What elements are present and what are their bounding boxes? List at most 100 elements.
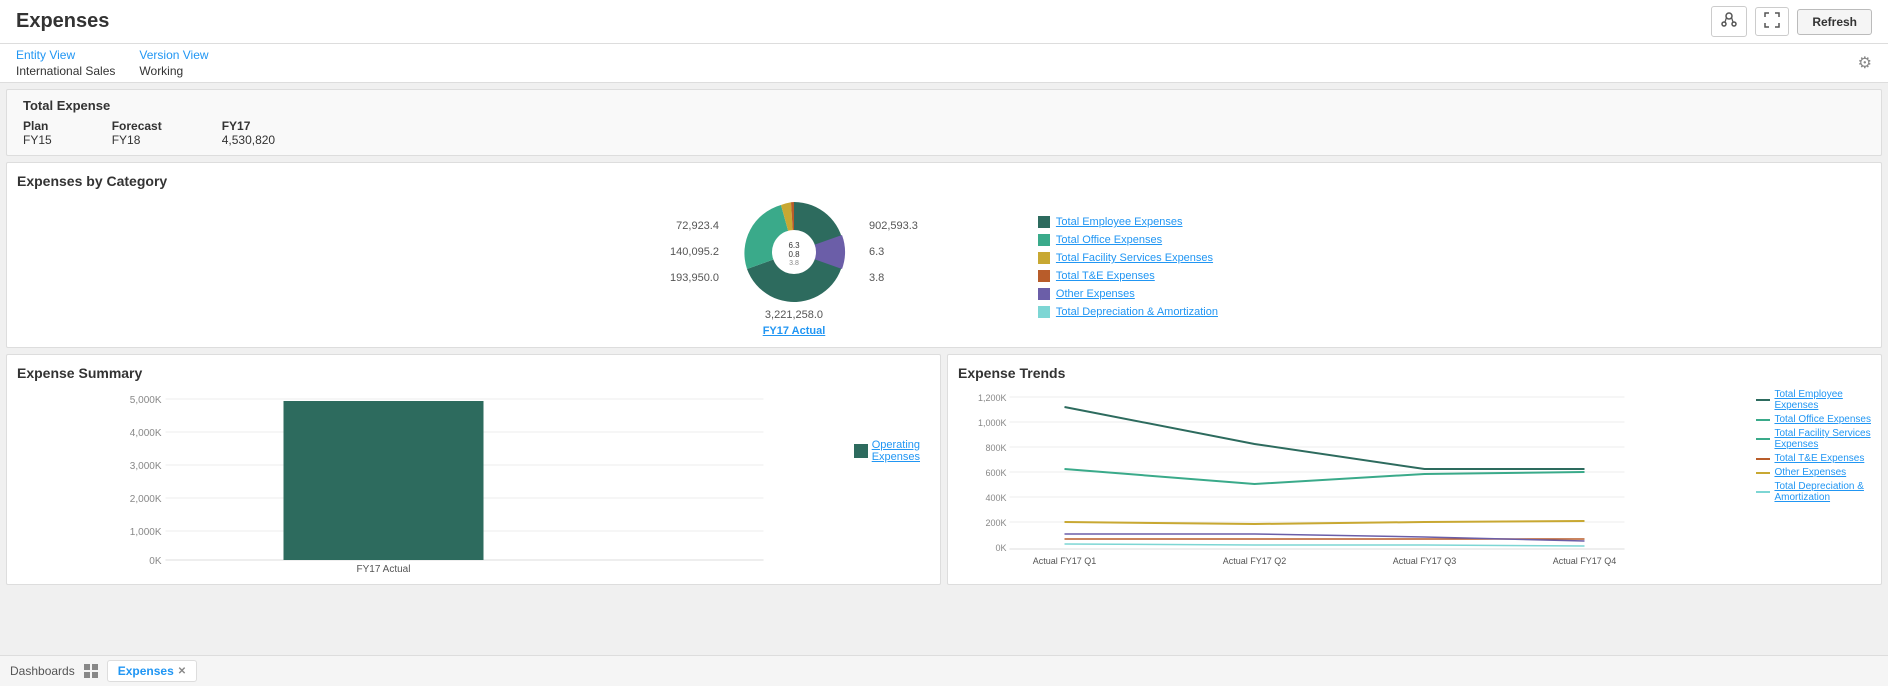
svg-text:Actual FY17 Q4: Actual FY17 Q4 <box>1553 556 1617 566</box>
version-view-value: Working <box>139 64 208 78</box>
expand-icon-btn[interactable] <box>1755 7 1789 36</box>
share-icon <box>1720 11 1738 29</box>
svg-text:600K: 600K <box>985 468 1006 478</box>
svg-text:2,000K: 2,000K <box>130 494 162 505</box>
entity-info: Entity View International Sales Version … <box>16 48 209 78</box>
legend-label-other: Other Expenses <box>1056 288 1135 300</box>
line-legend-label-depreciation: Total Depreciation &Amortization <box>1774 481 1864 503</box>
line-legend-dash-facility <box>1756 438 1770 440</box>
legend-label-office: Total Office Expenses <box>1056 234 1162 246</box>
svg-text:0.8: 0.8 <box>788 250 800 259</box>
forecast-value: FY18 <box>112 133 162 147</box>
legend-item-employee[interactable]: Total Employee Expenses <box>1038 216 1218 228</box>
line-legend-dash-te <box>1756 458 1770 460</box>
tabs-bar: Dashboards Expenses ✕ <box>0 655 1888 686</box>
version-view-link[interactable]: Version View <box>139 48 208 62</box>
svg-text:0K: 0K <box>149 556 162 567</box>
pie-label-left-3: 193,950.0 <box>670 272 719 284</box>
line-legend-label-employee: Total EmployeeExpenses <box>1774 389 1842 411</box>
metric-plan: Plan FY15 <box>23 119 52 147</box>
legend-dot-facility <box>1038 252 1050 264</box>
pie-chart-container: 72,923.4 140,095.2 193,950.0 <box>17 197 1871 337</box>
metrics-row: Plan FY15 Forecast FY18 FY17 4,530,820 <box>23 119 1865 147</box>
expense-summary-title: Expense Summary <box>17 365 930 381</box>
svg-text:1,200K: 1,200K <box>978 393 1007 403</box>
line-legend-label-facility: Total Facility ServicesExpenses <box>1774 428 1870 450</box>
pie-legend: Total Employee Expenses Total Office Exp… <box>1038 216 1218 318</box>
pie-bottom-label: 3,221,258.0 <box>765 309 823 321</box>
legend-item-depreciation[interactable]: Total Depreciation & Amortization <box>1038 306 1218 318</box>
pie-wrapper: 72,923.4 140,095.2 193,950.0 <box>670 197 918 337</box>
entity-col-2: Version View Working <box>139 48 208 78</box>
plan-value: FY15 <box>23 133 52 147</box>
line-legend-dash-other <box>1756 472 1770 474</box>
dashboards-tab[interactable]: Dashboards <box>10 664 75 678</box>
line-legend-depreciation[interactable]: Total Depreciation &Amortization <box>1756 481 1871 503</box>
line-legend-office[interactable]: Total Office Expenses <box>1756 414 1871 425</box>
legend-item-facility[interactable]: Total Facility Services Expenses <box>1038 252 1218 264</box>
line-legend-label-other: Other Expenses <box>1774 467 1846 478</box>
entity-view-value: International Sales <box>16 64 115 78</box>
dashboard-icon <box>83 663 99 679</box>
bar-legend-icon <box>854 444 868 458</box>
total-expense-title: Total Expense <box>23 98 1865 113</box>
expense-trends-panel: Expense Trends 1,200K 1,000K 800K 600K 4… <box>947 354 1882 585</box>
pie-caption[interactable]: FY17 Actual <box>763 325 826 337</box>
legend-label-te: Total T&E Expenses <box>1056 270 1155 282</box>
svg-text:400K: 400K <box>985 493 1006 503</box>
legend-item-other[interactable]: Other Expenses <box>1038 288 1218 300</box>
main-content: Expenses by Category 72,923.4 140,095.2 … <box>0 162 1888 591</box>
line-chart-legend: Total EmployeeExpenses Total Office Expe… <box>1756 389 1871 503</box>
line-legend-te[interactable]: Total T&E Expenses <box>1756 453 1871 464</box>
legend-label-depreciation: Total Depreciation & Amortization <box>1056 306 1218 318</box>
line-legend-label-office: Total Office Expenses <box>1774 414 1871 425</box>
line-chart-svg: 1,200K 1,000K 800K 600K 400K 200K 0K <box>958 389 1871 574</box>
expenses-tab-label: Expenses <box>118 664 174 678</box>
legend-dot-office <box>1038 234 1050 246</box>
svg-text:Actual FY17 Q2: Actual FY17 Q2 <box>1223 556 1287 566</box>
pie-label-left-2: 140,095.2 <box>670 246 719 258</box>
legend-label-facility: Total Facility Services Expenses <box>1056 252 1213 264</box>
entity-col-1: Entity View International Sales <box>16 48 115 78</box>
svg-text:800K: 800K <box>985 443 1006 453</box>
share-icon-btn[interactable] <box>1711 6 1747 37</box>
expand-icon <box>1764 12 1780 28</box>
svg-text:FY17 Actual: FY17 Actual <box>357 564 411 574</box>
legend-item-te[interactable]: Total T&E Expenses <box>1038 270 1218 282</box>
svg-text:Actual FY17 Q3: Actual FY17 Q3 <box>1393 556 1457 566</box>
svg-text:3.8: 3.8 <box>789 260 799 267</box>
expenses-tab[interactable]: Expenses ✕ <box>107 660 197 682</box>
pie-label-left-1: 72,923.4 <box>676 220 719 232</box>
bottom-row: Expense Summary 5,000K 4,000K 3,000K 2,0… <box>6 354 1882 585</box>
line-legend-other[interactable]: Other Expenses <box>1756 467 1871 478</box>
settings-icon[interactable]: ⚙ <box>1858 53 1872 73</box>
line-chart-wrapper: 1,200K 1,000K 800K 600K 400K 200K 0K <box>958 389 1871 574</box>
entity-view-link[interactable]: Entity View <box>16 48 115 62</box>
pie-label-right-1: 902,593.3 <box>869 220 918 232</box>
fy17-value: 4,530,820 <box>222 133 275 147</box>
line-legend-employee[interactable]: Total EmployeeExpenses <box>1756 389 1871 411</box>
refresh-button[interactable]: Refresh <box>1797 9 1872 35</box>
line-legend-dash-employee <box>1756 399 1770 401</box>
line-legend-dash-depreciation <box>1756 491 1770 493</box>
legend-label-employee: Total Employee Expenses <box>1056 216 1183 228</box>
pie-label-right-3: 3.8 <box>869 272 884 284</box>
pie-labels-left: 72,923.4 140,095.2 193,950.0 <box>670 220 719 284</box>
svg-text:3,000K: 3,000K <box>130 461 162 472</box>
total-expense-bar: Total Expense Plan FY15 Forecast FY18 FY… <box>6 89 1882 156</box>
fy17-label: FY17 <box>222 119 275 133</box>
expense-summary-panel: Expense Summary 5,000K 4,000K 3,000K 2,0… <box>6 354 941 585</box>
pie-labels-right: 902,593.3 6.3 3.8 <box>869 220 918 284</box>
line-legend-label-te: Total T&E Expenses <box>1774 453 1864 464</box>
bar-chart-svg: 5,000K 4,000K 3,000K 2,000K 1,000K 0K <box>17 389 930 574</box>
metric-forecast: Forecast FY18 <box>112 119 162 147</box>
entity-bar: Entity View International Sales Version … <box>0 44 1888 83</box>
tab-close-button[interactable]: ✕ <box>178 666 186 677</box>
legend-dot-depreciation <box>1038 306 1050 318</box>
bar-legend-label: OperatingExpenses <box>872 439 920 463</box>
svg-text:Actual FY17 Q1: Actual FY17 Q1 <box>1033 556 1097 566</box>
line-legend-facility[interactable]: Total Facility ServicesExpenses <box>1756 428 1871 450</box>
legend-item-office[interactable]: Total Office Expenses <box>1038 234 1218 246</box>
svg-text:5,000K: 5,000K <box>130 395 162 406</box>
page-title: Expenses <box>16 10 109 33</box>
